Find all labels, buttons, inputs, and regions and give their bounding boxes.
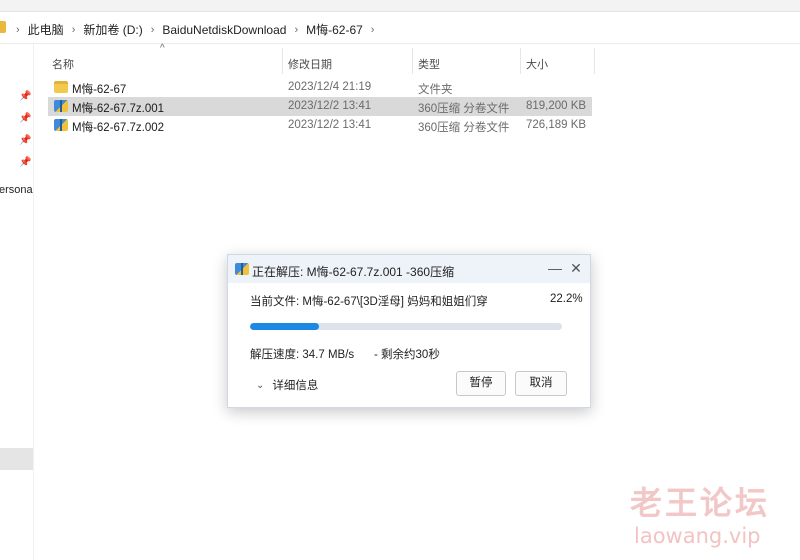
column-header-row: ^ 名称 修改日期 类型 大小 bbox=[46, 43, 606, 78]
chevron-right-icon[interactable]: › bbox=[371, 24, 375, 36]
ribbon-strip bbox=[0, 0, 800, 12]
pin-icon[interactable]: 📌 bbox=[19, 92, 31, 102]
breadcrumb-drive-d[interactable]: 新加卷 (D:) bbox=[81, 20, 144, 39]
watermark-logo-text: 老王论坛 bbox=[630, 484, 771, 522]
nav-selected-item[interactable] bbox=[0, 448, 33, 470]
file-size: 819,200 KB bbox=[526, 100, 587, 112]
extract-speed: 解压速度: 34.7 MB/s bbox=[250, 349, 355, 361]
file-type: 文件夹 bbox=[418, 84, 453, 96]
folder-icon bbox=[54, 81, 68, 93]
column-header-name[interactable]: 名称 bbox=[52, 56, 74, 72]
column-header-date[interactable]: 修改日期 bbox=[288, 56, 332, 72]
time-remaining: - 剩余约30秒 bbox=[374, 349, 440, 361]
archive-icon bbox=[54, 119, 68, 131]
chevron-right-icon: › bbox=[294, 23, 299, 36]
progress-bar-fill bbox=[250, 323, 320, 330]
file-date: 2023/12/2 13:41 bbox=[288, 100, 372, 112]
chevron-right-icon: › bbox=[71, 23, 76, 36]
breadcrumb-this-pc[interactable]: 此电脑 bbox=[26, 20, 66, 39]
close-icon[interactable]: ✕ bbox=[567, 259, 585, 277]
pin-icon[interactable]: 📌 bbox=[19, 114, 31, 124]
column-divider[interactable] bbox=[282, 48, 283, 74]
file-size: 726,189 KB bbox=[526, 119, 587, 131]
progress-bar bbox=[250, 323, 562, 330]
file-name: M悔-62-67.7z.001 bbox=[72, 103, 165, 115]
archive-icon bbox=[54, 100, 68, 112]
progress-percent: 22.2% bbox=[550, 293, 583, 305]
chevron-right-icon: › bbox=[150, 23, 155, 36]
extract-progress-dialog: 正在解压: M悔-62-67.7z.001 -360压缩 — ✕ 当前文件: M… bbox=[227, 254, 591, 408]
archive-app-icon bbox=[235, 263, 249, 275]
column-header-size[interactable]: 大小 bbox=[526, 56, 548, 72]
pin-icon[interactable]: 📌 bbox=[19, 158, 31, 168]
table-row[interactable]: M悔-62-67 2023/12/4 21:19 文件夹 bbox=[48, 78, 592, 97]
details-label: 详细信息 bbox=[272, 380, 319, 392]
column-header-type[interactable]: 类型 bbox=[418, 56, 440, 72]
column-divider[interactable] bbox=[412, 48, 413, 74]
file-name: M悔-62-67 bbox=[72, 84, 127, 96]
sort-ascending-icon: ^ bbox=[160, 43, 165, 54]
nav-item-personal[interactable]: ersona bbox=[0, 184, 33, 196]
details-toggle[interactable]: ⌄ 详细信息 bbox=[256, 377, 318, 393]
chevron-down-icon: ⌄ bbox=[256, 379, 265, 391]
current-file-label: 当前文件: M悔-62-67\[3D淫母] 妈妈和姐姐们穿 bbox=[250, 296, 488, 308]
file-list: ^ 名称 修改日期 类型 大小 M悔-62-67 2023/12/4 21:19… bbox=[46, 43, 606, 135]
table-row[interactable]: M悔-62-67.7z.002 2023/12/2 13:41 360压缩 分卷… bbox=[48, 116, 592, 135]
column-divider[interactable] bbox=[594, 48, 595, 74]
folder-icon bbox=[0, 21, 6, 33]
column-divider[interactable] bbox=[520, 48, 521, 74]
chevron-right-icon: › bbox=[16, 23, 20, 36]
file-date: 2023/12/4 21:19 bbox=[288, 81, 372, 93]
navigation-pane: 📌 📌 📌 📌 ersona bbox=[0, 44, 34, 560]
pin-icon[interactable]: 📌 bbox=[19, 136, 31, 146]
watermark-url: laowang.vip bbox=[634, 524, 761, 548]
file-type: 360压缩 分卷文件 bbox=[418, 103, 510, 115]
file-date: 2023/12/2 13:41 bbox=[288, 119, 372, 131]
file-name: M悔-62-67.7z.002 bbox=[72, 122, 165, 134]
breadcrumb-current-folder[interactable]: M悔-62-67 bbox=[304, 20, 365, 39]
minimize-icon[interactable]: — bbox=[546, 259, 564, 277]
table-row[interactable]: M悔-62-67.7z.001 2023/12/2 13:41 360压缩 分卷… bbox=[48, 97, 592, 116]
breadcrumb-baidu-folder[interactable]: BaiduNetdiskDownload bbox=[160, 22, 288, 38]
breadcrumb: › 此电脑 › 新加卷 (D:) › BaiduNetdiskDownload … bbox=[10, 20, 380, 39]
address-bar[interactable]: › 此电脑 › 新加卷 (D:) › BaiduNetdiskDownload … bbox=[0, 12, 800, 44]
dialog-title-bar[interactable]: 正在解压: M悔-62-67.7z.001 -360压缩 — ✕ bbox=[228, 255, 590, 283]
cancel-button[interactable]: 取消 bbox=[515, 371, 567, 396]
file-type: 360压缩 分卷文件 bbox=[418, 122, 510, 134]
pause-button[interactable]: 暂停 bbox=[456, 371, 506, 396]
dialog-title: 正在解压: M悔-62-67.7z.001 -360压缩 bbox=[252, 265, 455, 279]
